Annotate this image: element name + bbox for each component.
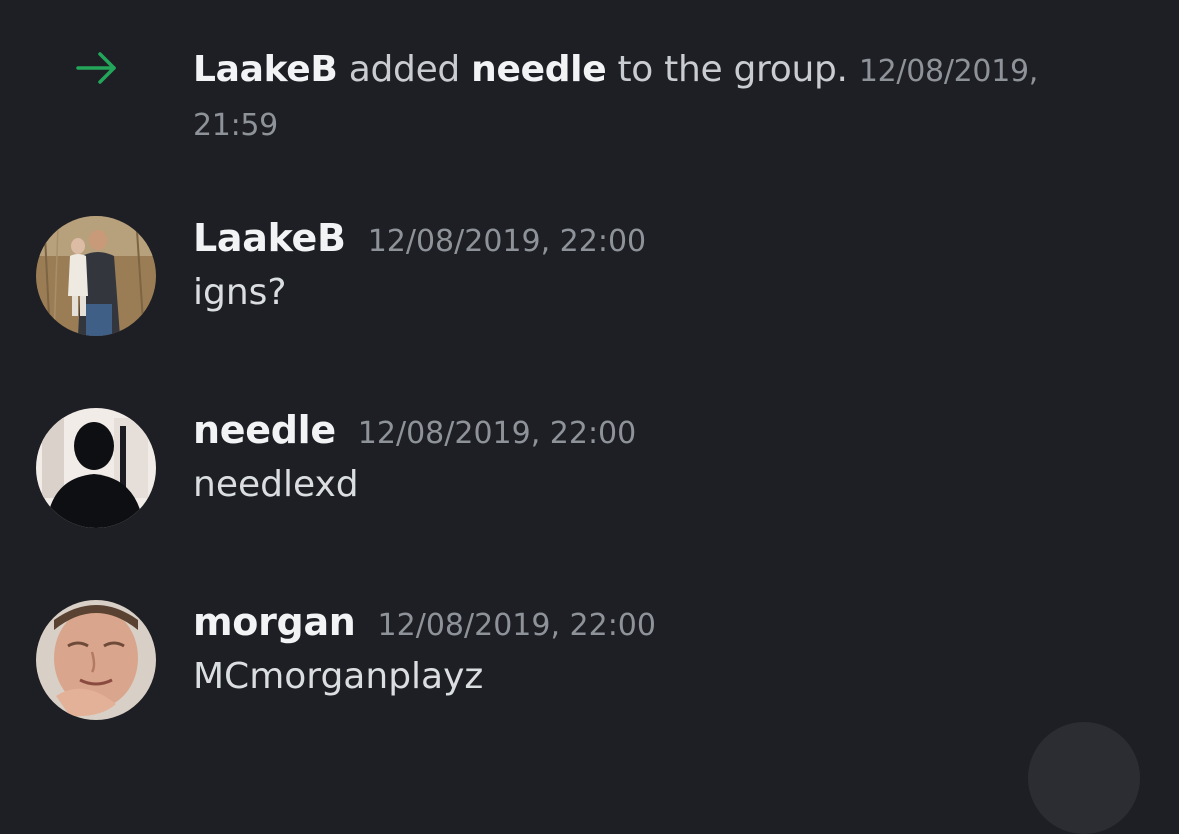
author-name[interactable]: morgan — [193, 600, 356, 644]
author-name[interactable]: LaakeB — [193, 216, 346, 260]
message-timestamp: 12/08/2019, 22:00 — [377, 608, 656, 643]
system-message-member-added: LaakeB added needle to the group. 12/08/… — [0, 38, 1179, 148]
floating-action-button[interactable] — [1028, 722, 1140, 834]
message-item[interactable]: morgan 12/08/2019, 22:00 MCmorganplayz — [0, 600, 1179, 740]
message-content: needlexd — [193, 464, 359, 505]
message-content: igns? — [193, 272, 287, 313]
message-item[interactable]: needle 12/08/2019, 22:00 needlexd — [0, 408, 1179, 548]
message-content: MCmorganplayz — [193, 656, 484, 697]
message-timestamp: 12/08/2019, 22:00 — [357, 416, 637, 451]
message-timestamp: 12/08/2019, 22:00 — [367, 224, 647, 259]
system-timestamp-time: 21:59 — [193, 108, 278, 143]
system-actor-name[interactable]: LaakeB — [193, 49, 338, 90]
system-verb: added — [348, 49, 461, 90]
avatar[interactable] — [36, 408, 156, 528]
avatar[interactable] — [36, 216, 156, 336]
avatar[interactable] — [36, 600, 156, 720]
message-item[interactable]: LaakeB 12/08/2019, 22:00 igns? — [0, 216, 1179, 356]
message-header: morgan 12/08/2019, 22:00 — [193, 600, 656, 650]
system-message-text: LaakeB added needle to the group. 12/08/… — [193, 44, 1123, 152]
system-suffix: to the group. — [617, 49, 848, 90]
author-name[interactable]: needle — [193, 408, 336, 452]
system-target-name[interactable]: needle — [471, 49, 606, 90]
system-timestamp-date: 12/08/2019, — [858, 54, 1039, 89]
message-header: needle 12/08/2019, 22:00 — [193, 408, 636, 458]
arrow-right-icon — [74, 50, 120, 86]
message-header: LaakeB 12/08/2019, 22:00 — [193, 216, 646, 266]
